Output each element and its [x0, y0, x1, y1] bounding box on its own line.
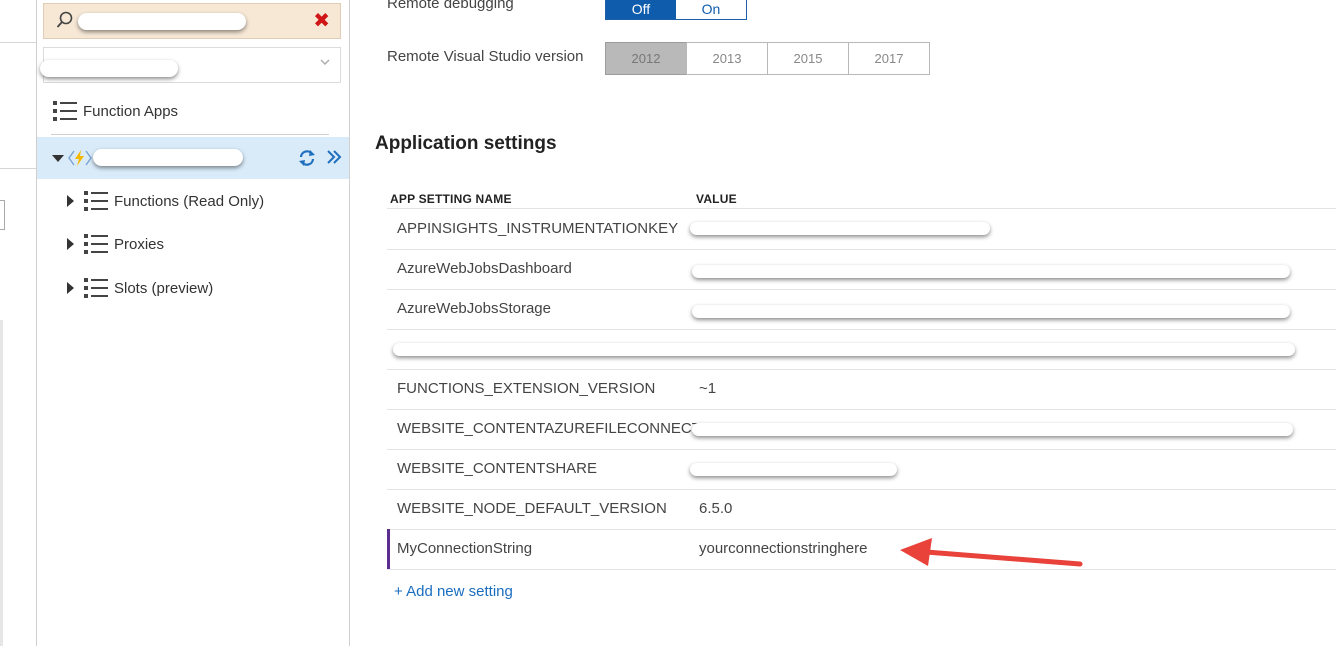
- add-new-setting-link[interactable]: + Add new setting: [394, 583, 513, 600]
- redaction-mark: [93, 149, 243, 166]
- column-header-name: APP SETTING NAME: [390, 192, 512, 206]
- redaction-mark: [690, 463, 897, 476]
- divider: [51, 134, 329, 135]
- table-row[interactable]: [387, 329, 1336, 370]
- divider: [0, 320, 3, 646]
- table-row[interactable]: FUNCTIONS_EXTENSION_VERSION ~1: [387, 369, 1336, 410]
- table-row-highlighted[interactable]: MyConnectionString yourconnectionstringh…: [387, 529, 1336, 570]
- caret-right-icon[interactable]: [67, 282, 74, 294]
- application-settings-panel: Remote debugging Off On Remote Visual St…: [350, 0, 1336, 646]
- list-icon: [84, 278, 108, 298]
- setting-name[interactable]: WEBSITE_CONTENTAZUREFILECONNECTI...: [397, 409, 718, 449]
- redaction-mark: [692, 423, 1293, 436]
- setting-value[interactable]: 6.5.0: [699, 489, 732, 529]
- resource-navigation-pane: ✖ Function Apps Functions (Read Only) Pr…: [37, 0, 350, 646]
- function-app-icon: [68, 150, 92, 166]
- list-icon: [84, 191, 108, 211]
- table-row[interactable]: AzureWebJobsStorage: [387, 289, 1336, 330]
- remote-debugging-toggle[interactable]: Off On: [605, 0, 747, 20]
- vs-version-2013[interactable]: 2013: [686, 42, 768, 75]
- tree-item-slots[interactable]: Slots (preview): [67, 273, 213, 303]
- section-title: Application settings: [375, 133, 557, 154]
- tree-item-label: Proxies: [114, 235, 165, 253]
- function-app-node[interactable]: [37, 137, 349, 179]
- redaction-mark: [393, 343, 1295, 356]
- close-icon[interactable]: ✖: [313, 10, 330, 32]
- remote-debugging-label: Remote debugging: [387, 0, 514, 12]
- redaction-mark: [692, 265, 1290, 278]
- setting-name[interactable]: WEBSITE_CONTENTSHARE: [397, 449, 597, 489]
- setting-name[interactable]: AzureWebJobsDashboard: [397, 249, 572, 289]
- search-icon: [56, 11, 73, 28]
- refresh-icon[interactable]: [298, 149, 316, 167]
- divider: [0, 168, 36, 169]
- new-setting-marker: [387, 529, 390, 569]
- table-row[interactable]: WEBSITE_NODE_DEFAULT_VERSION 6.5.0: [387, 489, 1336, 530]
- annotation-arrow-icon: [900, 538, 1083, 567]
- vs-version-label: Remote Visual Studio version: [387, 48, 584, 65]
- column-header-value: VALUE: [696, 192, 737, 206]
- search-input[interactable]: ✖: [43, 3, 341, 39]
- remote-debugging-on-option[interactable]: On: [676, 0, 746, 19]
- tree-item-proxies[interactable]: Proxies: [67, 229, 164, 259]
- subscription-dropdown[interactable]: [40, 47, 341, 83]
- divider: [0, 42, 36, 43]
- setting-name[interactable]: MyConnectionString: [397, 529, 532, 569]
- caret-right-icon[interactable]: [67, 238, 74, 250]
- list-icon: [53, 101, 77, 121]
- tree-item-label: Function Apps: [83, 102, 179, 120]
- redaction-mark: [78, 13, 246, 30]
- table-row[interactable]: WEBSITE_CONTENTSHARE: [387, 449, 1336, 490]
- redaction-mark: [690, 222, 990, 235]
- vs-version-2015[interactable]: 2015: [767, 42, 849, 75]
- setting-name[interactable]: FUNCTIONS_EXTENSION_VERSION: [397, 369, 655, 409]
- partial-input-edge: [0, 200, 5, 230]
- tree-item-label: Slots (preview): [114, 279, 214, 297]
- vs-version-2017[interactable]: 2017: [848, 42, 930, 75]
- list-icon: [84, 234, 108, 254]
- tree-item-functions[interactable]: Functions (Read Only): [67, 186, 264, 216]
- chevron-down-icon: [320, 59, 330, 65]
- remote-debugging-off-option[interactable]: Off: [606, 0, 676, 19]
- setting-name[interactable]: APPINSIGHTS_INSTRUMENTATIONKEY: [397, 209, 678, 249]
- vs-version-selector[interactable]: 2012 2013 2015 2017: [605, 42, 930, 75]
- expand-icon[interactable]: [326, 149, 342, 165]
- table-row[interactable]: WEBSITE_CONTENTAZUREFILECONNECTI...: [387, 409, 1336, 450]
- vs-version-2012[interactable]: 2012: [605, 42, 687, 75]
- caret-right-icon[interactable]: [67, 195, 74, 207]
- tree-item-function-apps[interactable]: Function Apps: [53, 96, 178, 126]
- setting-name[interactable]: WEBSITE_NODE_DEFAULT_VERSION: [397, 489, 667, 529]
- table-row[interactable]: APPINSIGHTS_INSTRUMENTATIONKEY: [387, 209, 1336, 250]
- redaction-mark: [40, 60, 178, 77]
- setting-value[interactable]: yourconnectionstringhere: [699, 529, 867, 569]
- setting-name[interactable]: AzureWebJobsStorage: [397, 289, 551, 329]
- table-row[interactable]: AzureWebJobsDashboard: [387, 249, 1336, 290]
- redaction-mark: [692, 305, 1290, 318]
- setting-value[interactable]: ~1: [699, 369, 716, 409]
- caret-down-icon[interactable]: [52, 155, 64, 162]
- left-blade-edge: [0, 0, 37, 646]
- tree-item-label: Functions (Read Only): [114, 192, 265, 210]
